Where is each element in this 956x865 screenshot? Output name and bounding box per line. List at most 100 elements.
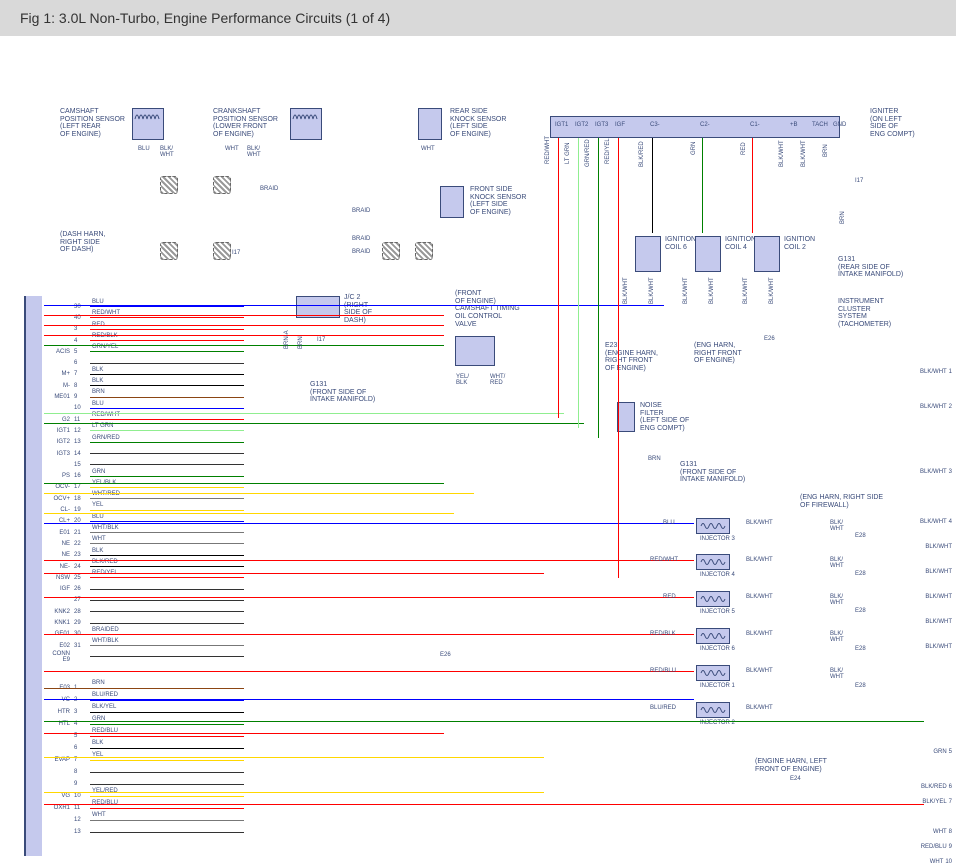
- wire: [90, 340, 244, 341]
- ecu-pin-row: ACIS 5 GRN/YEL: [44, 346, 244, 357]
- ecu-pin-row: IGT3 14: [44, 448, 244, 459]
- rear-knock-sensor: [418, 108, 442, 140]
- wire-color-label: GRN: [691, 142, 697, 155]
- right-pin-number: 9: [949, 844, 952, 850]
- wire-color-label: WHT/BLK: [92, 638, 119, 644]
- coil6-label: IGNITION COIL 6: [665, 236, 696, 251]
- ecu-pin-signal: NE-: [44, 564, 70, 570]
- ecu-pin-row: IGT1 12 LT GRN: [44, 425, 244, 436]
- wire-color-label: RED/BLU: [92, 800, 118, 806]
- ecu-pin-row: HTR 3 BLK/YEL: [44, 706, 244, 718]
- injector-label: INJECTOR 1: [700, 683, 735, 690]
- wire-color-label: BLK/WHT: [925, 544, 952, 550]
- wire-color-label: BLK/WHT: [623, 277, 629, 304]
- wire: [90, 611, 244, 612]
- wire: [90, 453, 244, 454]
- wire-color-label: BLK/RED: [921, 784, 947, 790]
- ecu-pin-row: HTL 4 GRN: [44, 718, 244, 730]
- ecu-pin-number: 25: [74, 575, 86, 581]
- wire: [90, 748, 244, 749]
- g131-front2-label: G131 (FRONT SIDE OF INTAKE MANIFOLD): [680, 461, 745, 484]
- ecu-pin-number: 13: [74, 439, 86, 445]
- wire: [44, 483, 444, 484]
- wire-color-label: WHT: [92, 812, 106, 818]
- ecu-pin-row: KNK1 29: [44, 617, 244, 628]
- wire-color-label: BRAID: [352, 208, 370, 214]
- ecu-pin-signal: OXR1: [44, 805, 70, 811]
- ecu-pin-number: 31: [74, 643, 86, 649]
- ecu-pin-number: 8: [74, 383, 86, 389]
- ecu-pin-number: 5: [74, 349, 86, 355]
- ecu-pin-row: M+ 7 BLK: [44, 369, 244, 380]
- ecu-pin-signal: VC: [44, 697, 70, 703]
- wire: [44, 315, 444, 316]
- wire: [90, 543, 244, 544]
- wire: [44, 413, 564, 414]
- wire: [90, 796, 244, 797]
- right-pin-row: BLK/WHT 2: [872, 403, 952, 410]
- igniter-pin: IGT2: [575, 122, 588, 129]
- wire: [90, 589, 244, 590]
- wire: [90, 820, 244, 821]
- conn-label: E28: [855, 608, 866, 614]
- wire: [44, 634, 694, 635]
- ecu-pin-number: 6: [74, 360, 86, 366]
- coil4-label: IGNITION COIL 4: [725, 236, 756, 251]
- wire: [44, 493, 474, 494]
- wire-color-label: YEL/ BLK: [456, 374, 469, 386]
- conn-label: E26: [764, 336, 775, 342]
- ecu-pin-signal: ME01: [44, 394, 70, 400]
- ecu-pin-signal: NE: [44, 552, 70, 558]
- ecu-pin-number: 22: [74, 541, 86, 547]
- wire: [90, 712, 244, 713]
- ecu-pin-number: 11: [74, 805, 86, 811]
- wire-color-label: BLK/ WHT: [830, 631, 844, 643]
- ecu-pin-signal: VG: [44, 793, 70, 799]
- ecu-pin-signal: M-: [44, 383, 70, 389]
- igniter-pin: IGT1: [555, 122, 568, 129]
- wire: [44, 699, 694, 700]
- wire-color-label: GRN: [933, 749, 946, 755]
- injector-1: [696, 665, 730, 681]
- coil2-label: IGNITION COIL 2: [784, 236, 815, 251]
- ecu-pin-signal: IGT1: [44, 428, 70, 434]
- ecu-pin-row: VC 2 BLU/RED: [44, 694, 244, 706]
- right-pin-row: RED/BLU 9: [872, 843, 952, 850]
- ecu-pin-number: 9: [74, 781, 86, 787]
- noise-filter-label: NOISE FILTER (LEFT SIDE OF ENG COMPT): [640, 402, 689, 433]
- ecu-pin-signal: CONN E9: [44, 651, 70, 663]
- wire-color-label: RED/BLU: [921, 844, 947, 850]
- wire-color-label: BLK: [92, 548, 103, 554]
- wire-color-label: GRN/RED: [92, 435, 120, 441]
- ecu-pin-signal: OCV-: [44, 484, 70, 490]
- ecu-pin-row: 12 WHT: [44, 814, 244, 826]
- ecu-pin-number: 18: [74, 496, 86, 502]
- front-knock-label: FRONT SIDE KNOCK SENSOR (LEFT SIDE OF EN…: [470, 186, 526, 217]
- wire: [752, 138, 753, 233]
- injector-3: [696, 518, 730, 534]
- wire: [44, 560, 694, 561]
- right-pin-number: 8: [949, 829, 952, 835]
- wire: [90, 363, 244, 364]
- right-pin-row: BLK/WHT: [872, 593, 952, 600]
- ecu-pin-row: NE- 24 BLK/RED: [44, 561, 244, 572]
- conn-label: E28: [855, 683, 866, 689]
- ignition-coil-6: [635, 236, 661, 272]
- wire-color-label: GRN: [92, 469, 105, 475]
- wire-color-label: YEL/RED: [92, 788, 118, 794]
- wire: [652, 138, 653, 233]
- wire-color-label: BRN: [823, 144, 829, 157]
- wire-color-label: BLU/RED: [650, 705, 676, 711]
- wire-color-label: WHT: [225, 146, 239, 152]
- wire: [44, 671, 694, 672]
- wire-color-label: BRN: [648, 456, 661, 462]
- shield-icon: [382, 242, 400, 260]
- wire-color-label: WHT: [933, 829, 947, 835]
- ecu-pin-signal: G2: [44, 417, 70, 423]
- wire: [90, 600, 244, 601]
- ecu-pin-row: PS 16 GRN: [44, 471, 244, 482]
- igniter-pin: C2-: [700, 122, 710, 129]
- wire-color-label: BLK/WHT: [925, 644, 952, 650]
- figure-title: Fig 1: 3.0L Non-Turbo, Engine Performanc…: [0, 0, 956, 36]
- wire: [44, 345, 444, 346]
